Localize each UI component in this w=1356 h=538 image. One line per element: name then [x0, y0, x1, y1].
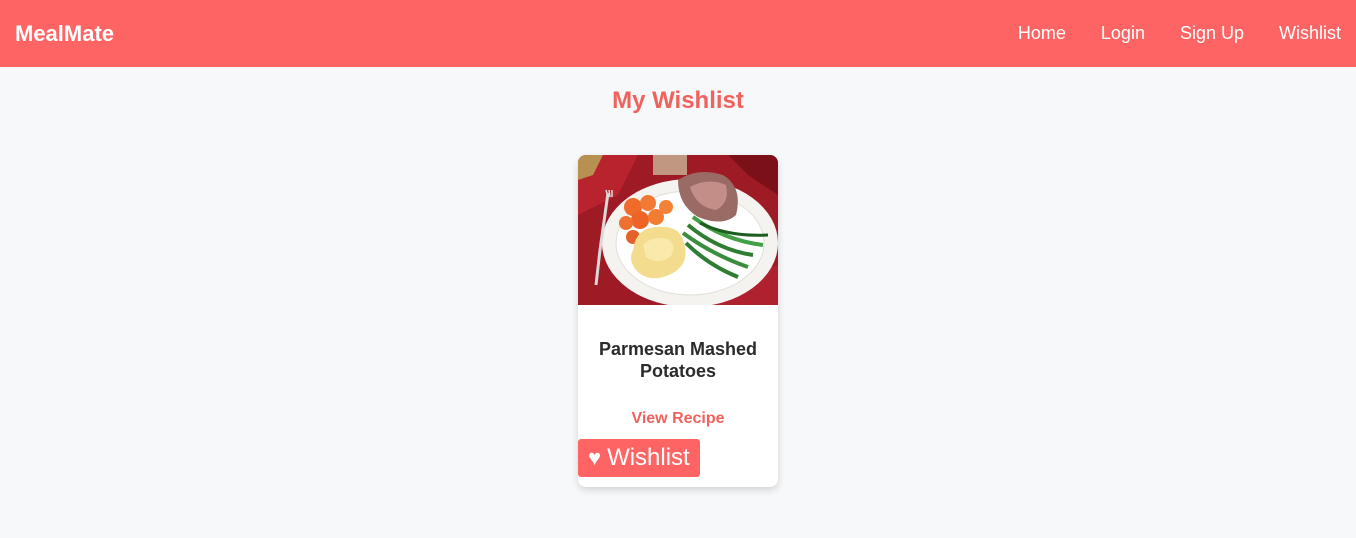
- view-recipe-link[interactable]: View Recipe: [578, 410, 778, 428]
- recipe-card: Parmesan Mashed Potatoes View Recipe ♥ W…: [578, 155, 778, 487]
- brand-logo[interactable]: MealMate: [15, 21, 114, 47]
- nav-links: Home Login Sign Up Wishlist: [983, 23, 1341, 44]
- heart-icon: ♥: [588, 445, 602, 470]
- recipe-image[interactable]: [578, 155, 778, 305]
- wishlist-button[interactable]: ♥ Wishlist: [578, 439, 700, 477]
- nav-link-home[interactable]: Home: [1018, 23, 1066, 44]
- wishlist-button-label: Wishlist: [607, 444, 690, 471]
- recipe-title: Parmesan Mashed Potatoes: [598, 339, 758, 381]
- navbar: MealMate Home Login Sign Up Wishlist: [0, 0, 1356, 67]
- nav-link-login[interactable]: Login: [1101, 23, 1145, 44]
- page-title: My Wishlist: [612, 87, 744, 114]
- nav-link-wishlist[interactable]: Wishlist: [1279, 23, 1341, 44]
- nav-link-signup[interactable]: Sign Up: [1180, 23, 1244, 44]
